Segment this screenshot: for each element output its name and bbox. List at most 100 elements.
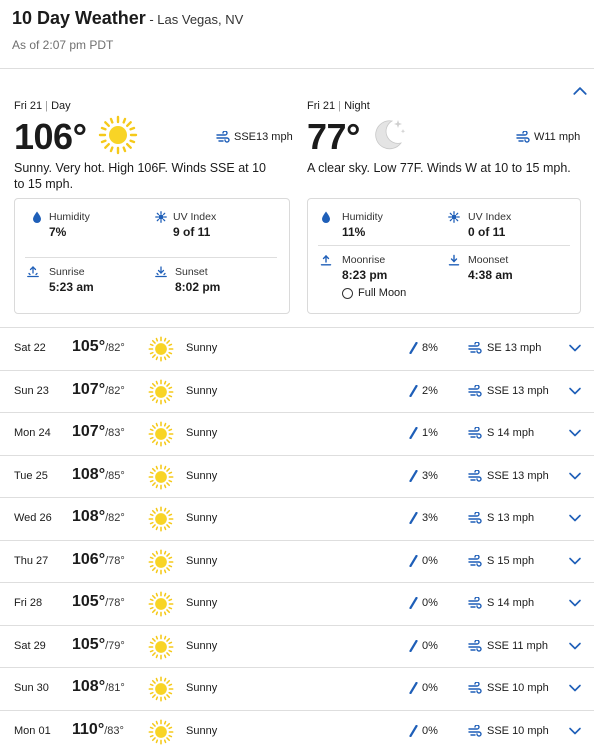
forecast-precip-value: 0%	[422, 554, 438, 567]
page-title: 10 Day Weather - Las Vegas, NV	[12, 8, 243, 28]
expand-chevron-down-icon[interactable]	[568, 597, 582, 609]
details-divider	[318, 245, 570, 246]
forecast-day: Sun 30	[14, 682, 49, 694]
forecast-condition: Sunny	[186, 469, 218, 482]
forecast-wind-value: SSE 11 mph	[487, 639, 548, 652]
sunset-value: 8:02 pm	[175, 280, 221, 294]
location-label: - Las Vegas, NV	[145, 12, 244, 27]
expand-chevron-down-icon[interactable]	[568, 555, 582, 567]
forecast-condition: Sunny	[186, 342, 218, 354]
forecast-condition: Sunny	[186, 682, 218, 694]
forecast-precip: 1%	[408, 427, 438, 439]
forecast-high: 110°/83°	[72, 721, 124, 739]
sun-icon	[148, 549, 174, 575]
sunset-label: Sunset	[175, 266, 208, 278]
page-header: 10 Day Weather - Las Vegas, NV	[12, 8, 243, 29]
expand-chevron-down-icon[interactable]	[568, 385, 582, 397]
forecast-day: Mon 24	[14, 427, 51, 439]
night-wind-value: W11 mph	[534, 131, 581, 143]
forecast-row[interactable]: Thu 27 106°/78° Sunny 0% S 15 mph	[0, 539, 594, 583]
expand-chevron-down-icon[interactable]	[568, 470, 582, 482]
forecast-wind: S 14 mph	[468, 427, 534, 439]
day-wind-value: SSE13 mph	[234, 131, 293, 143]
expand-chevron-down-icon[interactable]	[568, 640, 582, 652]
night-part-label: Fri 21 | Night	[307, 100, 370, 112]
forecast-low: /81°	[105, 682, 125, 694]
forecast-condition: Sunny	[186, 384, 218, 397]
forecast-precip: 0%	[408, 682, 438, 694]
wind-icon	[468, 342, 482, 354]
uv-label: UV Index	[468, 211, 512, 223]
forecast-wind-value: SSE 10 mph	[487, 682, 549, 694]
forecast-high-value: 105°	[72, 593, 106, 610]
moon-phase-label: Full Moon	[358, 287, 407, 299]
forecast-precip: 3%	[408, 512, 438, 524]
night-part-name: Night	[344, 100, 370, 112]
sunrise-icon	[27, 266, 39, 278]
wind-icon	[468, 385, 482, 397]
forecast-row[interactable]: Wed 26 108°/82° Sunny 3% S 13 mph	[0, 497, 594, 540]
wind-icon	[468, 470, 482, 482]
forecast-precip-value: 3%	[422, 469, 438, 482]
wind-icon	[468, 725, 482, 737]
sun-icon	[148, 634, 174, 660]
forecast-precip: 0%	[408, 597, 438, 609]
day-part-name: Day	[51, 100, 71, 112]
forecast-low: /79°	[105, 639, 125, 652]
wind-icon	[468, 512, 482, 524]
forecast-day: Sat 22	[14, 342, 46, 354]
forecast-row[interactable]: Sat 22 105°/82° Sunny 8% SE 13 mph	[0, 327, 594, 370]
uv-index-icon	[448, 211, 460, 223]
forecast-low: /83°	[105, 427, 125, 439]
forecast-high-value: 108°	[72, 678, 106, 695]
rain-drop-icon	[408, 555, 418, 567]
moonset-label: Moonset	[468, 254, 509, 266]
expand-chevron-down-icon[interactable]	[568, 682, 582, 694]
sun-icon	[148, 336, 174, 362]
forecast-row[interactable]: Mon 01 110°/83° Sunny 0% SSE 10 mph	[0, 709, 594, 750]
forecast-row[interactable]: Sun 30 108°/81° Sunny 0% SSE 10 mph	[0, 667, 594, 710]
wind-icon	[516, 131, 530, 143]
forecast-low: /78°	[105, 554, 125, 567]
forecast-low: /78°	[105, 597, 125, 609]
wind-icon	[468, 682, 482, 694]
forecast-wind-value: SSE 10 mph	[487, 724, 549, 737]
uv-label: UV Index	[173, 211, 217, 223]
forecast-list: Sat 22 105°/82° Sunny 8% SE 13 mph Sun 2…	[0, 327, 594, 750]
forecast-day: Thu 27	[14, 554, 49, 567]
expand-chevron-down-icon[interactable]	[568, 342, 582, 354]
night-wind: W11 mph	[516, 131, 580, 143]
forecast-precip: 3%	[408, 469, 438, 482]
night-description: A clear sky. Low 77F. Winds W at 10 to 1…	[307, 161, 571, 175]
forecast-row[interactable]: Tue 25 108°/85° Sunny 3% SSE 13 mph	[0, 454, 594, 498]
full-moon-icon	[342, 287, 353, 299]
forecast-row[interactable]: Fri 28 105°/78° Sunny 0% S 14 mph	[0, 582, 594, 625]
moonrise-icon	[320, 254, 332, 266]
expand-chevron-down-icon[interactable]	[568, 427, 582, 439]
forecast-row[interactable]: Mon 24 107°/83° Sunny 1% S 14 mph	[0, 412, 594, 455]
forecast-wind-value: S 14 mph	[487, 427, 535, 439]
forecast-high: 105°/79°	[72, 636, 125, 654]
rain-drop-icon	[408, 512, 418, 524]
forecast-row[interactable]: Sun 23 107°/82° Sunny 2% SSE 13 mph	[0, 369, 594, 413]
sunrise-label: Sunrise	[49, 266, 85, 278]
forecast-high-value: 110°	[72, 720, 105, 738]
forecast-day: Sat 29	[14, 639, 46, 652]
forecast-high: 108°/81°	[72, 678, 125, 696]
expand-chevron-down-icon[interactable]	[568, 725, 582, 737]
forecast-day: Mon 01	[14, 724, 51, 737]
forecast-wind: S 13 mph	[468, 512, 534, 524]
forecast-high: 105°/82°	[72, 338, 125, 356]
expand-chevron-down-icon[interactable]	[568, 512, 582, 524]
forecast-precip: 0%	[408, 724, 438, 737]
forecast-wind-value: SSE 13 mph	[487, 469, 549, 482]
collapse-chevron-up-icon[interactable]	[572, 84, 588, 98]
forecast-precip-value: 8%	[422, 342, 438, 354]
night-temperature: 77°	[307, 116, 360, 157]
forecast-high: 106°/78°	[72, 551, 125, 569]
forecast-wind-value: SE 13 mph	[487, 342, 542, 354]
moon-icon	[375, 120, 406, 150]
forecast-wind: SSE 11 mph	[468, 639, 548, 652]
forecast-condition: Sunny	[186, 639, 218, 652]
forecast-row[interactable]: Sat 29 105°/79° Sunny 0% SSE 11 mph	[0, 624, 594, 668]
